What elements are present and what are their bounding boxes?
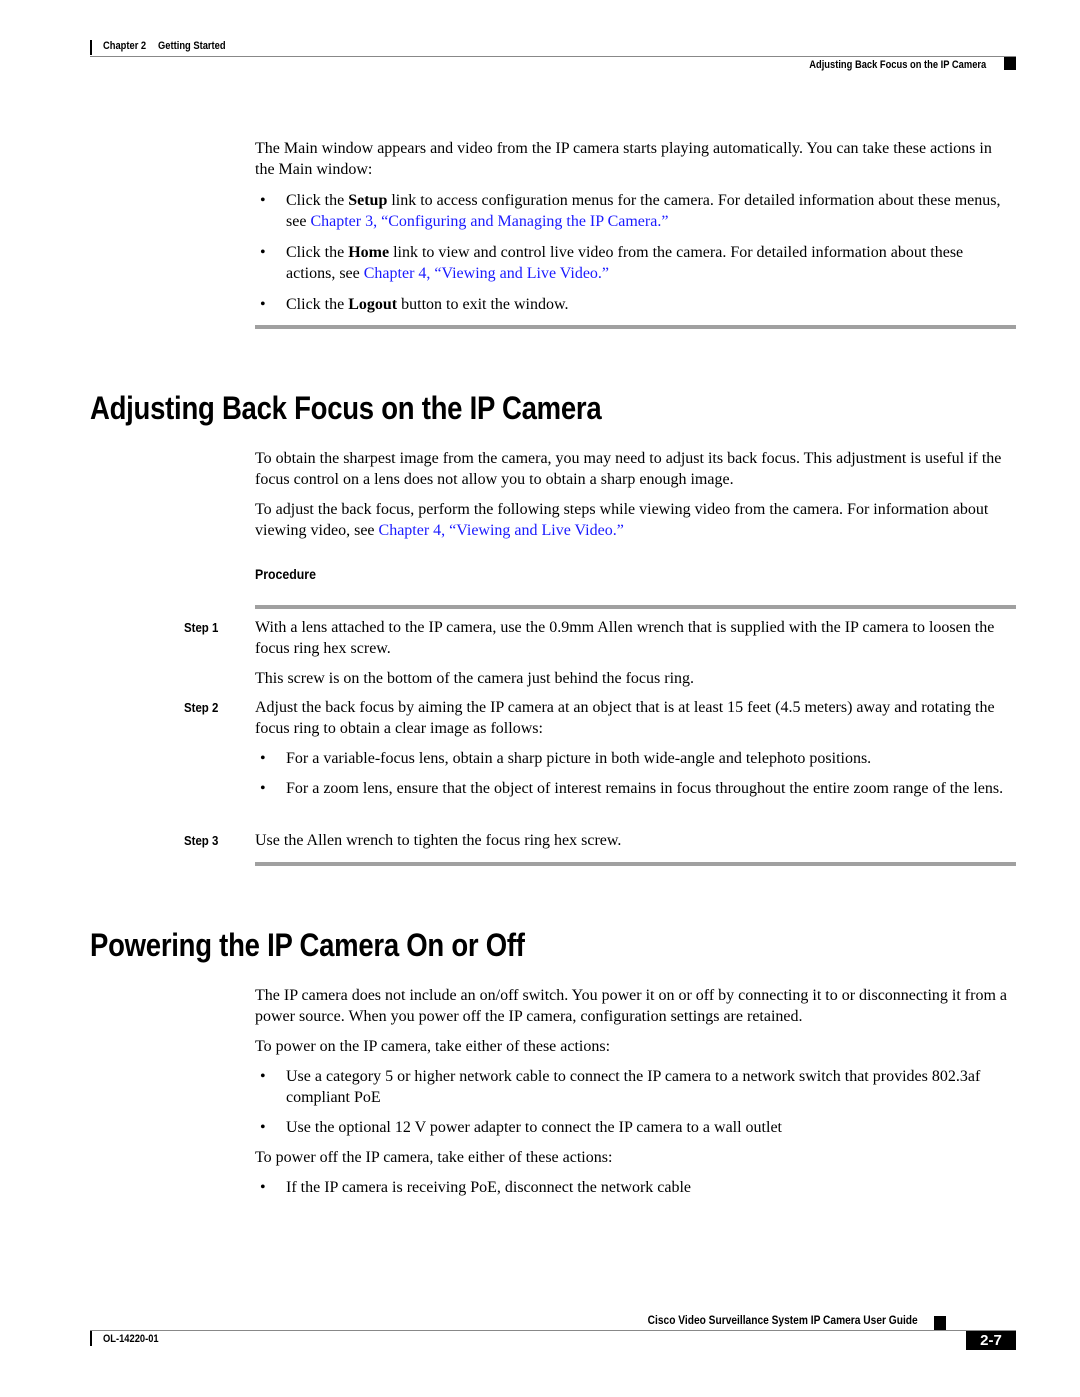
heading-power: Powering the IP Camera On or Off: [90, 927, 525, 963]
bullet-text: Click the: [286, 296, 349, 313]
power-on-bullet: • Use a category 5 or higher network cab…: [255, 1066, 1015, 1108]
intro-block: The Main window appears and video from t…: [255, 138, 1015, 315]
ui-term-setup: Setup: [348, 192, 388, 209]
link-chapter-4[interactable]: Chapter 4, “Viewing and Live Video.”: [364, 265, 609, 282]
chapter-label: Chapter 2: [103, 40, 147, 52]
back-focus-para-1: To obtain the sharpest image from the ca…: [255, 450, 1002, 488]
power-off-intro: To power off the IP camera, take either …: [255, 1149, 613, 1166]
step-1-label: Step 1: [184, 620, 219, 635]
header-marker: [1004, 57, 1016, 70]
section-divider: [255, 325, 1016, 329]
link-chapter-3[interactable]: Chapter 3, “Configuring and Managing the…: [310, 213, 668, 230]
bullet-text: Use the optional 12 V power adapter to c…: [286, 1119, 782, 1136]
step-3-label: Step 3: [184, 833, 219, 848]
power-block: The IP camera does not include an on/off…: [255, 985, 1015, 1198]
step-3: Use the Allen wrench to tighten the focu…: [255, 830, 1015, 851]
procedure-label: Procedure: [255, 566, 316, 582]
back-focus-intro: To obtain the sharpest image from the ca…: [255, 448, 1015, 541]
bullet-text: Click the: [286, 192, 349, 209]
bullet-icon: •: [260, 1179, 266, 1196]
bullet-text: button to exit the window.: [397, 296, 569, 313]
bullet-icon: •: [260, 296, 266, 313]
bullet-icon: •: [260, 1119, 266, 1136]
intro-paragraph: The Main window appears and video from t…: [255, 140, 992, 178]
step-1: With a lens attached to the IP camera, u…: [255, 617, 1015, 689]
step-2-text: Adjust the back focus by aiming the IP c…: [255, 699, 995, 737]
intro-bullet: • Click the Logout button to exit the wi…: [255, 294, 1015, 315]
header-section-title: Adjusting Back Focus on the IP Camera: [809, 59, 986, 71]
step-2: Adjust the back focus by aiming the IP c…: [255, 697, 1015, 799]
heading-back-focus: Adjusting Back Focus on the IP Camera: [90, 390, 602, 426]
bullet-text: Use a category 5 or higher network cable…: [286, 1068, 981, 1106]
ui-term-home: Home: [348, 244, 390, 261]
header-chapter: Chapter 2 Getting Started: [103, 40, 237, 52]
bullet-icon: •: [260, 1068, 266, 1085]
step-2-label: Step 2: [184, 700, 219, 715]
step-2-bullet: • For a variable-focus lens, obtain a sh…: [255, 748, 1015, 769]
bullet-text: If the IP camera is receiving PoE, disco…: [286, 1179, 692, 1196]
bullet-text: For a variable-focus lens, obtain a shar…: [286, 750, 872, 767]
link-chapter-4[interactable]: Chapter 4, “Viewing and Live Video.”: [379, 522, 624, 539]
back-focus-para-2: To adjust the back focus, perform the fo…: [255, 499, 1015, 541]
intro-bullet: • Click the Home link to view and contro…: [255, 242, 1015, 284]
bullet-text: Click the: [286, 244, 349, 261]
footer-bar: [90, 1331, 92, 1346]
chapter-title: Getting Started: [158, 40, 226, 52]
procedure-rule-top: [255, 605, 1016, 609]
footer-doc-number: OL-14220-01: [103, 1333, 159, 1345]
ui-term-logout: Logout: [348, 296, 398, 313]
step-2-bullet: • For a zoom lens, ensure that the objec…: [255, 778, 1015, 799]
step-1-text: With a lens attached to the IP camera, u…: [255, 619, 995, 657]
step-3-text: Use the Allen wrench to tighten the focu…: [255, 832, 622, 849]
bullet-icon: •: [260, 780, 266, 797]
step-1-note: This screw is on the bottom of the camer…: [255, 670, 695, 687]
procedure-rule-bottom: [255, 862, 1016, 866]
footer-marker: [934, 1316, 946, 1330]
bullet-text: For a zoom lens, ensure that the object …: [286, 780, 1004, 797]
page-number: 2-7: [966, 1331, 1016, 1350]
bullet-icon: •: [260, 192, 266, 209]
bullet-icon: •: [260, 244, 266, 261]
header-rule: [90, 56, 1016, 57]
bullet-icon: •: [260, 750, 266, 767]
header-bar: [90, 40, 92, 55]
power-off-bullet: • If the IP camera is receiving PoE, dis…: [255, 1177, 1015, 1198]
footer-guide-title: Cisco Video Surveillance System IP Camer…: [647, 1313, 918, 1327]
power-para-1: The IP camera does not include an on/off…: [255, 987, 1007, 1025]
power-on-bullet: • Use the optional 12 V power adapter to…: [255, 1117, 1015, 1138]
footer-rule: [90, 1330, 1016, 1331]
intro-bullet: • Click the Setup link to access configu…: [255, 190, 1015, 232]
power-on-intro: To power on the IP camera, take either o…: [255, 1038, 611, 1055]
